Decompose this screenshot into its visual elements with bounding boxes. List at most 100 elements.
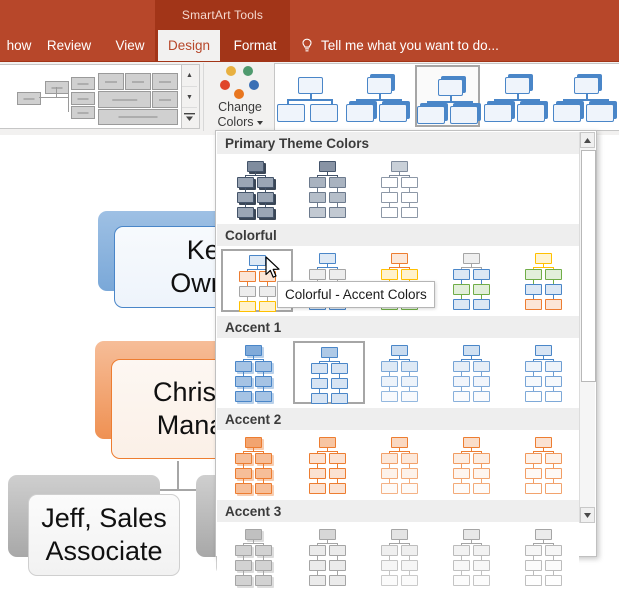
color-variant-accent3-dark-fill[interactable] xyxy=(221,525,293,588)
color-variant-accent1-gradient-range[interactable] xyxy=(365,341,437,404)
color-variant-thumbnail xyxy=(221,525,293,588)
layouts-gallery[interactable] xyxy=(0,64,182,129)
thumb-node xyxy=(235,376,252,387)
color-variant-dark-outline-2[interactable] xyxy=(365,157,437,220)
thumb-node xyxy=(525,361,542,372)
layout-thumb-2[interactable] xyxy=(13,65,95,126)
style-node xyxy=(298,77,323,94)
thumb-node xyxy=(473,483,490,494)
thumb-node xyxy=(401,376,418,387)
dropdown-group-header-2: Colorful xyxy=(217,224,579,246)
caret-down-icon[interactable] xyxy=(257,121,263,125)
thumb-node xyxy=(245,529,262,540)
smartart-style-2[interactable] xyxy=(346,65,411,127)
color-variant-dark-fill[interactable] xyxy=(221,157,293,220)
dropdown-group-row-4 xyxy=(217,430,579,500)
color-variant-accent2-gradient-range[interactable] xyxy=(365,433,437,496)
thumb-node xyxy=(525,376,542,387)
thumb-node xyxy=(391,161,408,172)
color-variant-accent1-gradient-loop[interactable] xyxy=(437,341,509,404)
thumb-node xyxy=(545,575,562,586)
thumb-node xyxy=(381,207,398,218)
thumb-node xyxy=(391,437,408,448)
more-layouts-icon[interactable] xyxy=(182,107,197,128)
dropdown-scroll-thumb[interactable] xyxy=(581,150,596,382)
change-colors-dropdown[interactable]: Recolor Pictures in SmartArt Graphic · ·… xyxy=(215,130,597,557)
smartart-node-jeff[interactable]: Jeff, Sales Associate xyxy=(8,475,188,580)
tab-review[interactable]: Review xyxy=(36,30,102,61)
thumb-node xyxy=(381,560,398,571)
thumb-node xyxy=(545,269,562,280)
thumb-connector xyxy=(462,359,482,360)
tab-view[interactable]: View xyxy=(104,30,156,61)
smartart-style-3[interactable] xyxy=(415,65,480,127)
color-variant-accent3-transparent[interactable] xyxy=(509,525,581,588)
color-variant-thumbnail xyxy=(509,525,581,588)
thumb-node xyxy=(545,299,562,310)
scroll-up-icon[interactable]: ▲ xyxy=(182,65,197,85)
thumb-node xyxy=(235,483,252,494)
thumb-node xyxy=(239,271,256,282)
color-variant-colorful-range-accent-5-6[interactable] xyxy=(509,249,581,312)
dropdown-scrollbar[interactable] xyxy=(579,132,595,523)
style-node xyxy=(517,104,545,122)
color-variant-thumbnail xyxy=(293,525,365,588)
thumb-node xyxy=(331,378,348,389)
change-colors-button[interactable]: Change Colors xyxy=(212,62,268,134)
thumb-connector xyxy=(244,451,264,452)
style-node xyxy=(450,106,478,124)
smartart-style-5[interactable] xyxy=(553,65,618,127)
layout-thumb-3[interactable] xyxy=(95,65,177,126)
style-node xyxy=(417,106,445,124)
thumb-node xyxy=(525,284,542,295)
dropdown-group-row-5 xyxy=(217,522,579,592)
scroll-down-arrow-icon[interactable] xyxy=(580,507,595,523)
color-variant-colorful-range-accent-4-5[interactable] xyxy=(437,249,509,312)
thumb-node xyxy=(453,545,470,556)
thumb-node xyxy=(391,253,408,264)
thumb-node xyxy=(473,361,490,372)
color-variant-accent3-gradient-loop[interactable] xyxy=(437,525,509,588)
style-node xyxy=(367,77,392,94)
thumb-node xyxy=(249,255,266,266)
color-variant-accent2-gradient-loop[interactable] xyxy=(437,433,509,496)
thumb-node xyxy=(331,393,348,404)
thumb-node xyxy=(319,161,336,172)
scroll-up-arrow-icon[interactable] xyxy=(580,132,595,148)
thumb-node xyxy=(401,545,418,556)
smartart-styles-gallery[interactable] xyxy=(274,63,619,131)
style-node xyxy=(277,104,305,122)
color-variant-thumbnail xyxy=(221,157,293,220)
ribbon-accent-line xyxy=(0,61,619,62)
color-variant-accent2-transparent[interactable] xyxy=(509,433,581,496)
thumb-node xyxy=(329,453,346,464)
tab-format[interactable]: Format xyxy=(222,30,288,61)
color-variant-accent3-colored-fill[interactable] xyxy=(293,525,365,588)
change-colors-label-line2[interactable]: Colors xyxy=(217,115,262,130)
thumb-connector xyxy=(462,543,482,544)
color-variant-dark-outline-1[interactable] xyxy=(293,157,365,220)
change-colors-label-line1: Change xyxy=(218,100,262,115)
tab-design[interactable]: Design xyxy=(158,30,220,61)
layout-thumb-1[interactable] xyxy=(0,65,13,126)
thumb-node xyxy=(535,253,552,264)
smartart-style-4[interactable] xyxy=(484,65,549,127)
color-variant-accent1-colored-fill[interactable] xyxy=(293,341,365,404)
color-variant-accent2-colored-fill[interactable] xyxy=(293,433,365,496)
tell-me-box[interactable]: Tell me what you want to do... xyxy=(300,30,499,61)
thumb-node xyxy=(381,468,398,479)
smartart-style-1[interactable] xyxy=(277,65,342,127)
color-variant-accent1-dark-fill[interactable] xyxy=(221,341,293,404)
thumb-node xyxy=(319,253,336,264)
color-variant-accent3-gradient-range[interactable] xyxy=(365,525,437,588)
thumb-node xyxy=(309,545,326,556)
color-variant-accent1-transparent[interactable] xyxy=(509,341,581,404)
thumb-node xyxy=(235,391,252,402)
thumb-node xyxy=(245,437,262,448)
thumb-node xyxy=(473,269,490,280)
scroll-down-icon[interactable]: ▼ xyxy=(182,86,197,107)
layouts-gallery-scroll[interactable]: ▲ ▼ xyxy=(182,64,200,129)
color-variant-accent2-dark-fill[interactable] xyxy=(221,433,293,496)
thumb-node xyxy=(319,437,336,448)
color-variant-thumbnail xyxy=(365,157,437,220)
